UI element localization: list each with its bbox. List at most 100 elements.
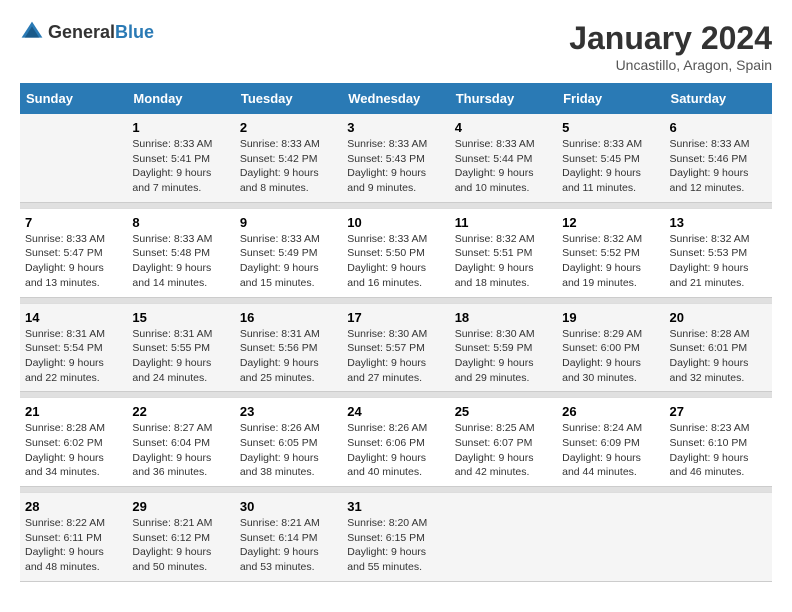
header-day-friday: Friday (557, 83, 664, 114)
day-info: Sunrise: 8:26 AMSunset: 6:06 PMDaylight:… (347, 421, 444, 480)
calendar-cell (450, 493, 557, 582)
day-number: 13 (670, 215, 767, 230)
calendar-cell: 3 Sunrise: 8:33 AMSunset: 5:43 PMDaylight… (342, 114, 449, 202)
day-number: 1 (132, 120, 229, 135)
day-info: Sunrise: 8:27 AMSunset: 6:04 PMDaylight:… (132, 421, 229, 480)
calendar-cell: 6 Sunrise: 8:33 AMSunset: 5:46 PMDaylight… (665, 114, 772, 202)
main-title: January 2024 (569, 20, 772, 57)
day-number: 28 (25, 499, 122, 514)
week-row-2: 7 Sunrise: 8:33 AMSunset: 5:47 PMDaylight… (20, 208, 772, 297)
day-number: 10 (347, 215, 444, 230)
day-number: 24 (347, 404, 444, 419)
day-info: Sunrise: 8:20 AMSunset: 6:15 PMDaylight:… (347, 516, 444, 575)
calendar-cell: 27 Sunrise: 8:23 AMSunset: 6:10 PMDayligh… (665, 398, 772, 487)
day-number: 22 (132, 404, 229, 419)
day-number: 23 (240, 404, 337, 419)
logo-blue: Blue (115, 22, 154, 42)
header-day-wednesday: Wednesday (342, 83, 449, 114)
day-number: 26 (562, 404, 659, 419)
day-number: 21 (25, 404, 122, 419)
day-number: 20 (670, 310, 767, 325)
day-number: 27 (670, 404, 767, 419)
day-info: Sunrise: 8:33 AMSunset: 5:45 PMDaylight:… (562, 137, 659, 196)
day-info: Sunrise: 8:22 AMSunset: 6:11 PMDaylight:… (25, 516, 122, 575)
day-info: Sunrise: 8:24 AMSunset: 6:09 PMDaylight:… (562, 421, 659, 480)
calendar-cell: 24 Sunrise: 8:26 AMSunset: 6:06 PMDayligh… (342, 398, 449, 487)
calendar-cell: 5 Sunrise: 8:33 AMSunset: 5:45 PMDaylight… (557, 114, 664, 202)
calendar-cell: 22 Sunrise: 8:27 AMSunset: 6:04 PMDayligh… (127, 398, 234, 487)
calendar-cell: 29 Sunrise: 8:21 AMSunset: 6:12 PMDayligh… (127, 493, 234, 582)
day-number: 4 (455, 120, 552, 135)
day-info: Sunrise: 8:31 AMSunset: 5:55 PMDaylight:… (132, 327, 229, 386)
calendar-cell: 23Sunrise: 8:26 AMSunset: 6:05 PMDayligh… (235, 398, 342, 487)
calendar-cell: 14 Sunrise: 8:31 AMSunset: 5:54 PMDayligh… (20, 303, 127, 392)
calendar-cell (557, 493, 664, 582)
day-info: Sunrise: 8:30 AMSunset: 5:59 PMDaylight:… (455, 327, 552, 386)
day-number: 30 (240, 499, 337, 514)
day-info: Sunrise: 8:28 AMSunset: 6:02 PMDaylight:… (25, 421, 122, 480)
day-info: Sunrise: 8:32 AMSunset: 5:53 PMDaylight:… (670, 232, 767, 291)
header-day-sunday: Sunday (20, 83, 127, 114)
subtitle: Uncastillo, Aragon, Spain (569, 57, 772, 73)
day-number: 7 (25, 215, 122, 230)
day-info: Sunrise: 8:31 AMSunset: 5:54 PMDaylight:… (25, 327, 122, 386)
day-number: 8 (132, 215, 229, 230)
day-info: Sunrise: 8:33 AMSunset: 5:41 PMDaylight:… (132, 137, 229, 196)
day-info: Sunrise: 8:33 AMSunset: 5:50 PMDaylight:… (347, 232, 444, 291)
day-info: Sunrise: 8:29 AMSunset: 6:00 PMDaylight:… (562, 327, 659, 386)
day-number: 6 (670, 120, 767, 135)
calendar-cell: 2 Sunrise: 8:33 AMSunset: 5:42 PMDaylight… (235, 114, 342, 202)
day-number: 9 (240, 215, 337, 230)
header: GeneralBlue January 2024 Uncastillo, Ara… (20, 20, 772, 73)
day-info: Sunrise: 8:32 AMSunset: 5:51 PMDaylight:… (455, 232, 552, 291)
day-info: Sunrise: 8:33 AMSunset: 5:47 PMDaylight:… (25, 232, 122, 291)
calendar-cell: 10 Sunrise: 8:33 AMSunset: 5:50 PMDayligh… (342, 208, 449, 297)
header-day-tuesday: Tuesday (235, 83, 342, 114)
day-info: Sunrise: 8:33 AMSunset: 5:46 PMDaylight:… (670, 137, 767, 196)
day-info: Sunrise: 8:33 AMSunset: 5:48 PMDaylight:… (132, 232, 229, 291)
calendar-cell: 9 Sunrise: 8:33 AMSunset: 5:49 PMDaylight… (235, 208, 342, 297)
week-row-5: 28 Sunrise: 8:22 AMSunset: 6:11 PMDayligh… (20, 493, 772, 582)
calendar-cell: 20Sunrise: 8:28 AMSunset: 6:01 PMDayligh… (665, 303, 772, 392)
day-number: 18 (455, 310, 552, 325)
logo: GeneralBlue (20, 20, 154, 44)
day-number: 3 (347, 120, 444, 135)
day-info: Sunrise: 8:30 AMSunset: 5:57 PMDaylight:… (347, 327, 444, 386)
week-row-1: 1 Sunrise: 8:33 AMSunset: 5:41 PMDaylight… (20, 114, 772, 202)
day-info: Sunrise: 8:33 AMSunset: 5:49 PMDaylight:… (240, 232, 337, 291)
day-info: Sunrise: 8:33 AMSunset: 5:44 PMDaylight:… (455, 137, 552, 196)
calendar-cell: 19 Sunrise: 8:29 AMSunset: 6:00 PMDayligh… (557, 303, 664, 392)
calendar-cell: 26 Sunrise: 8:24 AMSunset: 6:09 PMDayligh… (557, 398, 664, 487)
day-info: Sunrise: 8:23 AMSunset: 6:10 PMDaylight:… (670, 421, 767, 480)
day-number: 2 (240, 120, 337, 135)
day-number: 16 (240, 310, 337, 325)
header-day-monday: Monday (127, 83, 234, 114)
day-info: Sunrise: 8:21 AMSunset: 6:12 PMDaylight:… (132, 516, 229, 575)
calendar-cell: 13 Sunrise: 8:32 AMSunset: 5:53 PMDayligh… (665, 208, 772, 297)
day-info: Sunrise: 8:33 AMSunset: 5:43 PMDaylight:… (347, 137, 444, 196)
calendar-table: SundayMondayTuesdayWednesdayThursdayFrid… (20, 83, 772, 582)
calendar-cell: 4 Sunrise: 8:33 AMSunset: 5:44 PMDaylight… (450, 114, 557, 202)
header-day-saturday: Saturday (665, 83, 772, 114)
day-number: 5 (562, 120, 659, 135)
calendar-cell: 21 Sunrise: 8:28 AMSunset: 6:02 PMDayligh… (20, 398, 127, 487)
day-info: Sunrise: 8:25 AMSunset: 6:07 PMDaylight:… (455, 421, 552, 480)
calendar-cell: 16Sunrise: 8:31 AMSunset: 5:56 PMDayligh… (235, 303, 342, 392)
calendar-cell: 30 Sunrise: 8:21 AMSunset: 6:14 PMDayligh… (235, 493, 342, 582)
calendar-cell: 1 Sunrise: 8:33 AMSunset: 5:41 PMDaylight… (127, 114, 234, 202)
logo-text: GeneralBlue (48, 22, 154, 43)
calendar-cell: 18 Sunrise: 8:30 AMSunset: 5:59 PMDayligh… (450, 303, 557, 392)
header-day-thursday: Thursday (450, 83, 557, 114)
week-row-4: 21 Sunrise: 8:28 AMSunset: 6:02 PMDayligh… (20, 398, 772, 487)
logo-icon (20, 20, 44, 44)
logo-general: General (48, 22, 115, 42)
day-info: Sunrise: 8:21 AMSunset: 6:14 PMDaylight:… (240, 516, 337, 575)
day-number: 19 (562, 310, 659, 325)
day-info: Sunrise: 8:32 AMSunset: 5:52 PMDaylight:… (562, 232, 659, 291)
day-info: Sunrise: 8:33 AMSunset: 5:42 PMDaylight:… (240, 137, 337, 196)
calendar-cell: 25Sunrise: 8:25 AMSunset: 6:07 PMDayligh… (450, 398, 557, 487)
day-number: 14 (25, 310, 122, 325)
day-number: 17 (347, 310, 444, 325)
day-number: 29 (132, 499, 229, 514)
calendar-cell: 31Sunrise: 8:20 AMSunset: 6:15 PMDayligh… (342, 493, 449, 582)
